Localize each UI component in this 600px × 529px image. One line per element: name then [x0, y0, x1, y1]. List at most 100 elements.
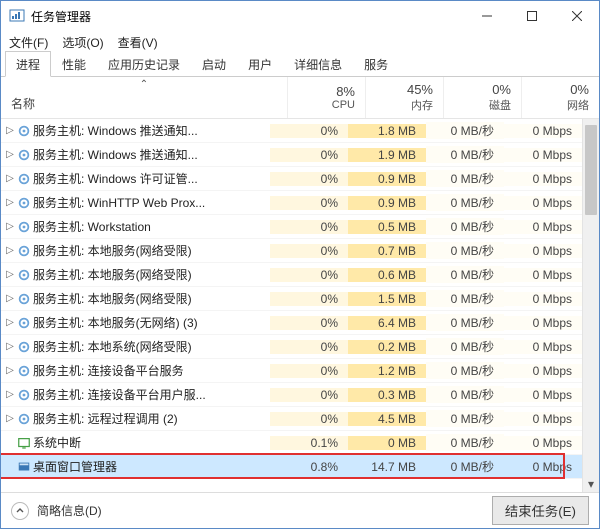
cell-memory: 0.3 MB	[348, 388, 426, 402]
titlebar[interactable]: 任务管理器	[1, 1, 599, 31]
cell-network: 0 Mbps	[504, 436, 582, 450]
process-row[interactable]: 系统中断0.1%0 MB0 MB/秒0 Mbps	[1, 431, 582, 455]
column-network[interactable]: 0% 网络	[521, 77, 599, 118]
process-row[interactable]: ▷服务主机: Workstation0%0.5 MB0 MB/秒0 Mbps	[1, 215, 582, 239]
tab-0[interactable]: 进程	[5, 51, 51, 77]
process-row[interactable]: ▷服务主机: 本地服务(网络受限)0%0.6 MB0 MB/秒0 Mbps	[1, 263, 582, 287]
expand-icon[interactable]: ▷	[1, 221, 15, 232]
cell-disk: 0 MB/秒	[426, 362, 504, 379]
cell-network: 0 Mbps	[504, 220, 582, 234]
expand-icon[interactable]: ▷	[1, 173, 15, 184]
column-disk[interactable]: 0% 磁盘	[443, 77, 521, 118]
cell-network: 0 Mbps	[504, 292, 582, 306]
process-icon	[15, 148, 33, 162]
cell-memory: 1.9 MB	[348, 148, 426, 162]
process-row[interactable]: 桌面窗口管理器0.8%14.7 MB0 MB/秒0 Mbps	[1, 455, 582, 479]
process-row[interactable]: ▷服务主机: Windows 推送通知...0%1.8 MB0 MB/秒0 Mb…	[1, 119, 582, 143]
cell-disk: 0 MB/秒	[426, 146, 504, 163]
cell-memory: 0.9 MB	[348, 196, 426, 210]
tab-4[interactable]: 用户	[237, 51, 283, 76]
cell-memory: 0 MB	[348, 436, 426, 450]
tab-5[interactable]: 详细信息	[283, 51, 353, 76]
menu-view[interactable]: 查看(V)	[118, 34, 158, 51]
column-memory[interactable]: 45% 内存	[365, 77, 443, 118]
tab-1[interactable]: 性能	[51, 51, 97, 76]
process-name: 服务主机: Windows 推送通知...	[33, 122, 270, 139]
column-name[interactable]: ⌃ 名称	[1, 77, 287, 118]
process-icon	[15, 244, 33, 258]
tab-2[interactable]: 应用历史记录	[97, 51, 191, 76]
cell-disk: 0 MB/秒	[426, 458, 504, 475]
cell-network: 0 Mbps	[504, 412, 582, 426]
column-cpu[interactable]: 8% CPU	[287, 77, 365, 118]
process-icon	[15, 268, 33, 282]
cell-memory: 0.2 MB	[348, 340, 426, 354]
scroll-down-icon[interactable]: ▾	[583, 475, 599, 492]
cell-memory: 0.7 MB	[348, 244, 426, 258]
process-name: 服务主机: Workstation	[33, 218, 270, 235]
process-row[interactable]: ▷服务主机: 远程过程调用 (2)0%4.5 MB0 MB/秒0 Mbps	[1, 407, 582, 431]
cell-cpu: 0%	[270, 364, 348, 378]
cell-network: 0 Mbps	[504, 364, 582, 378]
process-row[interactable]: ▷服务主机: Windows 许可证管...0%0.9 MB0 MB/秒0 Mb…	[1, 167, 582, 191]
close-button[interactable]	[554, 1, 599, 31]
expand-icon[interactable]: ▷	[1, 413, 15, 424]
cell-disk: 0 MB/秒	[426, 290, 504, 307]
process-name: 服务主机: 本地服务(网络受限)	[33, 266, 270, 283]
cell-cpu: 0.8%	[270, 460, 348, 474]
cell-network: 0 Mbps	[504, 148, 582, 162]
process-name: 服务主机: WinHTTP Web Prox...	[33, 194, 270, 211]
fewer-details-link[interactable]: 简略信息(D)	[37, 502, 102, 519]
collapse-icon[interactable]	[11, 502, 29, 520]
process-row[interactable]: ▷服务主机: 本地服务(网络受限)0%1.5 MB0 MB/秒0 Mbps	[1, 287, 582, 311]
menubar: 文件(F) 选项(O) 查看(V)	[1, 31, 599, 53]
process-name: 服务主机: 本地服务(网络受限)	[33, 290, 270, 307]
scroll-thumb[interactable]	[585, 125, 597, 215]
menu-file[interactable]: 文件(F)	[9, 34, 48, 51]
expand-icon[interactable]: ▷	[1, 317, 15, 328]
expand-icon[interactable]: ▷	[1, 125, 15, 136]
expand-icon[interactable]: ▷	[1, 365, 15, 376]
minimize-button[interactable]	[464, 1, 509, 31]
menu-options[interactable]: 选项(O)	[62, 34, 103, 51]
cell-cpu: 0%	[270, 244, 348, 258]
vertical-scrollbar[interactable]: ▴ ▾	[582, 119, 599, 492]
cell-memory: 1.2 MB	[348, 364, 426, 378]
cell-disk: 0 MB/秒	[426, 170, 504, 187]
expand-icon[interactable]: ▷	[1, 197, 15, 208]
expand-icon[interactable]: ▷	[1, 245, 15, 256]
tab-3[interactable]: 启动	[191, 51, 237, 76]
end-task-button[interactable]: 结束任务(E)	[492, 496, 589, 525]
process-name: 服务主机: 连接设备平台用户服...	[33, 386, 270, 403]
process-row[interactable]: ▷服务主机: 本地系统(网络受限)0%0.2 MB0 MB/秒0 Mbps	[1, 335, 582, 359]
maximize-button[interactable]	[509, 1, 554, 31]
cell-network: 0 Mbps	[504, 316, 582, 330]
cell-disk: 0 MB/秒	[426, 242, 504, 259]
expand-icon[interactable]: ▷	[1, 389, 15, 400]
cell-network: 0 Mbps	[504, 460, 582, 474]
process-row[interactable]: ▷服务主机: Windows 推送通知...0%1.9 MB0 MB/秒0 Mb…	[1, 143, 582, 167]
cell-cpu: 0%	[270, 196, 348, 210]
column-headers: ⌃ 名称 8% CPU 45% 内存 0% 磁盘 0% 网络	[1, 77, 599, 119]
process-row[interactable]: ▷服务主机: WinHTTP Web Prox...0%0.9 MB0 MB/秒…	[1, 191, 582, 215]
cell-cpu: 0%	[270, 124, 348, 138]
expand-icon[interactable]: ▷	[1, 149, 15, 160]
cell-cpu: 0%	[270, 340, 348, 354]
process-row[interactable]: ▷服务主机: 本地服务(无网络) (3)0%6.4 MB0 MB/秒0 Mbps	[1, 311, 582, 335]
expand-icon[interactable]: ▷	[1, 341, 15, 352]
cell-disk: 0 MB/秒	[426, 386, 504, 403]
cell-disk: 0 MB/秒	[426, 122, 504, 139]
cell-network: 0 Mbps	[504, 388, 582, 402]
cell-cpu: 0.1%	[270, 436, 348, 450]
process-icon	[15, 412, 33, 426]
process-row[interactable]: ▷服务主机: 本地服务(网络受限)0%0.7 MB0 MB/秒0 Mbps	[1, 239, 582, 263]
process-icon	[15, 316, 33, 330]
cell-network: 0 Mbps	[504, 268, 582, 282]
expand-icon[interactable]: ▷	[1, 269, 15, 280]
tab-6[interactable]: 服务	[353, 51, 399, 76]
process-row[interactable]: ▷服务主机: 连接设备平台用户服...0%0.3 MB0 MB/秒0 Mbps	[1, 383, 582, 407]
process-name: 服务主机: Windows 推送通知...	[33, 146, 270, 163]
expand-icon[interactable]: ▷	[1, 293, 15, 304]
process-row[interactable]: ▷服务主机: 连接设备平台服务0%1.2 MB0 MB/秒0 Mbps	[1, 359, 582, 383]
process-name: 服务主机: 本地服务(网络受限)	[33, 242, 270, 259]
